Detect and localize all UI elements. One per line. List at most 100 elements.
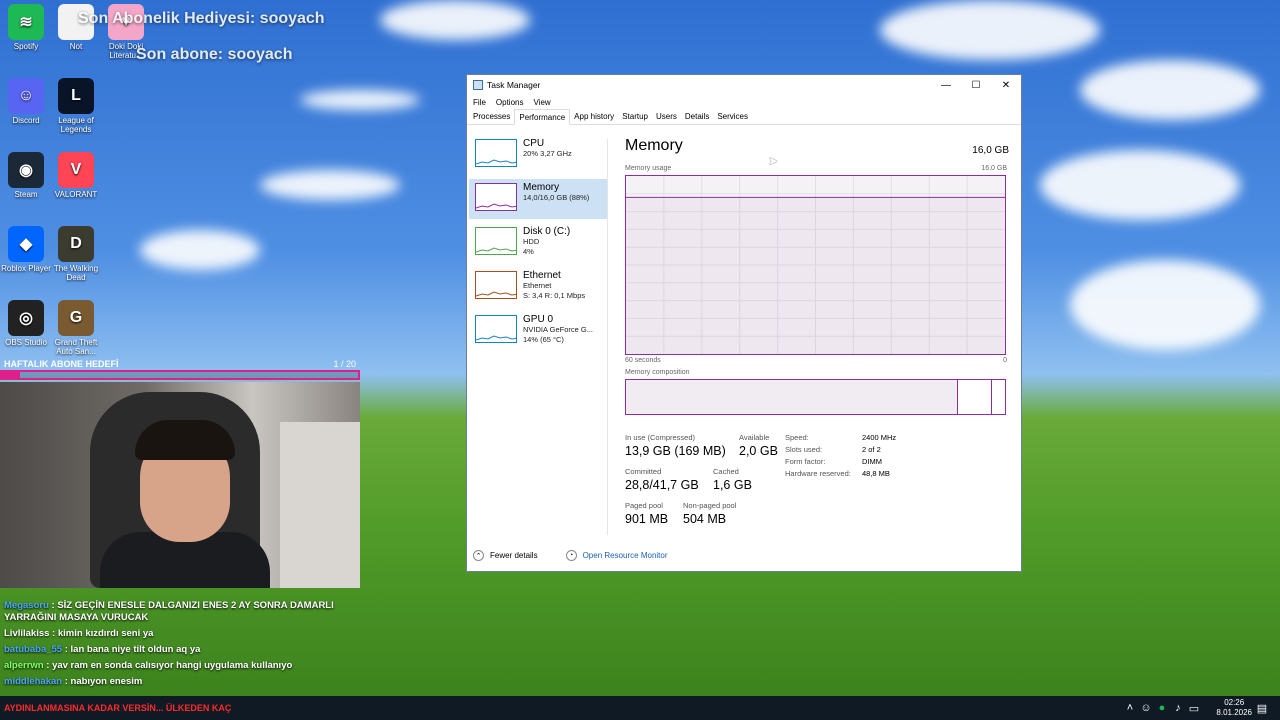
desktop-icon-label: Grand Theft Auto San...: [54, 338, 98, 356]
chat-username: alperrwn: [4, 660, 44, 671]
sidebar-item-name: Ethernet: [523, 270, 561, 281]
volume-icon[interactable]: ♪: [1170, 700, 1186, 716]
resource-monitor-icon: ◔: [565, 550, 577, 561]
desktop-icon-8[interactable]: D The Walking Dead: [50, 226, 102, 282]
desktop-icon-6[interactable]: V VALORANT: [50, 152, 102, 199]
fewer-details-link[interactable]: Fewer details: [490, 551, 538, 560]
network-icon[interactable]: ▭: [1186, 700, 1202, 716]
sidebar-item-memory[interactable]: Memory 14,0/16,0 GB (88%): [469, 179, 607, 219]
desktop-icon-0[interactable]: ≋ Spotify: [0, 4, 52, 51]
chat-message: alperrwn : yav ram en sonda calısıyor ha…: [4, 660, 293, 671]
desktop-icon-7[interactable]: ◆ Roblox Player: [0, 226, 52, 273]
desktop-icon-label: Discord: [12, 116, 40, 125]
app-icon: ◉: [8, 152, 44, 188]
sidebar-item-sub: NVIDIA GeForce G...: [523, 325, 594, 334]
chat-username: middlehakan: [4, 676, 63, 687]
sidebar-item-gpu-0[interactable]: GPU 0 NVIDIA GeForce G... 14% (65 °C): [469, 311, 607, 351]
clock[interactable]: 02:26 8.01.2026: [1216, 698, 1252, 718]
stat-in-use: In use (Compressed) 13,9 GB (169 MB): [625, 433, 726, 458]
stat-paged-pool: Paged pool 901 MB: [625, 501, 669, 526]
last-gift-sub-overlay: Son Abonelik Hediyesi: sooyach: [78, 10, 325, 27]
tab-startup[interactable]: Startup: [618, 109, 652, 124]
tab-details[interactable]: Details: [681, 109, 713, 124]
stat-nonpaged-pool: Non-paged pool 504 MB: [683, 501, 737, 526]
sidebar-thumbnail: [475, 183, 517, 211]
chat-text: yav ram en sonda calısıyor hangi uygulam…: [52, 660, 293, 671]
desktop-icon-label: OBS Studio: [5, 338, 47, 347]
chat-text: kimin kızdırdı seni ya: [57, 628, 154, 639]
sidebar-item-sub2: 4%: [523, 247, 534, 256]
tab-app-history[interactable]: App history: [570, 109, 618, 124]
task-manager-icon: [473, 80, 483, 90]
task-manager-window[interactable]: Task Manager — ☐ ✕ File Options View Proce…: [466, 74, 1022, 572]
desktop-icon-4[interactable]: L League of Legends: [50, 78, 102, 134]
chat-username: Livlilakiss: [4, 628, 50, 639]
close-icon[interactable]: ✕: [991, 75, 1021, 95]
chevron-up-tray-icon[interactable]: ˄: [1122, 700, 1138, 716]
spotify-tray-icon[interactable]: ●: [1154, 700, 1170, 716]
window-title: Task Manager: [487, 80, 541, 90]
sidebar-item-cpu[interactable]: CPU 20% 3,27 GHz: [469, 135, 607, 175]
chat-username: batubaba_55: [4, 644, 63, 655]
app-icon: ◎: [8, 300, 44, 336]
menu-bar: File Options View: [467, 95, 1021, 109]
chat-message: middlehakan : nabıyon enesim: [4, 676, 143, 687]
desktop-icon-label: The Walking Dead: [53, 264, 99, 282]
chat-message: batubaba_55 : lan bana niye tilt oldun a…: [4, 644, 201, 655]
menu-item[interactable]: File: [473, 98, 486, 107]
open-resource-monitor-link[interactable]: Open Resource Monitor: [583, 551, 668, 560]
desktop-icon-10[interactable]: G Grand Theft Auto San...: [50, 300, 102, 356]
usage-label: Memory usage: [625, 165, 672, 172]
app-icon: G: [58, 300, 94, 336]
clock-time: 02:26: [1224, 698, 1245, 707]
sidebar-item-name: GPU 0: [523, 314, 554, 325]
stream-chat: Megasoru : SİZ GEÇİN ENESLE DALGANIZI EN…: [4, 600, 374, 692]
maximize-icon[interactable]: ☐: [961, 75, 991, 95]
desktop-icon-5[interactable]: ◉ Steam: [0, 152, 52, 199]
sidebar-item-sub: HDD: [523, 237, 540, 246]
usage-max: 16,0 GB: [981, 165, 1007, 172]
app-icon: ◆: [8, 226, 44, 262]
chat-message: Megasoru : SİZ GEÇİN ENESLE DALGANIZI EN…: [4, 600, 334, 623]
desktop-icon-3[interactable]: ☺ Discord: [0, 78, 52, 125]
desktop-icon-9[interactable]: ◎ OBS Studio: [0, 300, 52, 347]
tab-performance[interactable]: Performance: [514, 109, 571, 125]
memory-usage-graph: [625, 175, 1006, 355]
menu-item[interactable]: Options: [496, 98, 524, 107]
goal-label: HAFTALIK ABONE HEDEFİ: [4, 359, 119, 369]
chat-message: Livlilakiss : kimin kızdırdı seni ya: [4, 628, 154, 639]
sidebar-item-name: Disk 0 (C:): [523, 226, 571, 237]
notification-icon[interactable]: ▤: [1254, 700, 1270, 716]
sidebar-thumbnail: [475, 139, 517, 167]
app-icon: L: [58, 78, 94, 114]
last-sub-overlay: Son abone: sooyach: [136, 46, 293, 63]
composition-label: Memory composition: [625, 369, 690, 376]
tab-processes[interactable]: Processes: [469, 109, 514, 124]
sidebar-item-disk-0-c-[interactable]: Disk 0 (C:) HDD 4%: [469, 223, 607, 263]
taskbar: AYDINLANMASINA KADAR VERSİN... ÜLKEDEN K…: [0, 696, 1280, 720]
desktop-icon-label: Steam: [14, 190, 38, 199]
menu-item[interactable]: View: [533, 98, 550, 107]
stat-available: Available 2,0 GB: [739, 433, 778, 458]
goal-count: 1 / 20: [333, 359, 356, 369]
goal-fill: [2, 372, 20, 378]
chat-text: nabıyon enesim: [70, 676, 143, 687]
memory-total: 16,0 GB: [972, 145, 1009, 156]
sidebar-item-sub: 14,0/16,0 GB (88%): [523, 193, 590, 202]
sidebar-thumbnail: [475, 315, 517, 343]
memory-composition-bar: [625, 379, 1006, 415]
sidebar-item-sub2: S: 3,4 R: 0,1 Mbps: [523, 291, 586, 300]
webcam-feed: [0, 382, 360, 588]
discord-tray-icon[interactable]: ☺: [1138, 700, 1154, 716]
chevron-up-icon[interactable]: ⌃: [473, 550, 484, 561]
sidebar-item-ethernet[interactable]: Ethernet Ethernet S: 3,4 R: 0,1 Mbps: [469, 267, 607, 307]
tab-users[interactable]: Users: [652, 109, 681, 124]
axis-left-label: 60 seconds: [625, 357, 661, 364]
desktop-icon-label: Not: [69, 42, 83, 51]
stream-ticker: AYDINLANMASINA KADAR VERSİN... ÜLKEDEN K…: [4, 703, 232, 713]
composition-standby: [958, 380, 993, 414]
minimize-icon[interactable]: —: [931, 75, 961, 95]
desktop-icon-label: Roblox Player: [1, 264, 51, 273]
tab-services[interactable]: Services: [713, 109, 752, 124]
sidebar-item-name: Memory: [523, 182, 560, 193]
